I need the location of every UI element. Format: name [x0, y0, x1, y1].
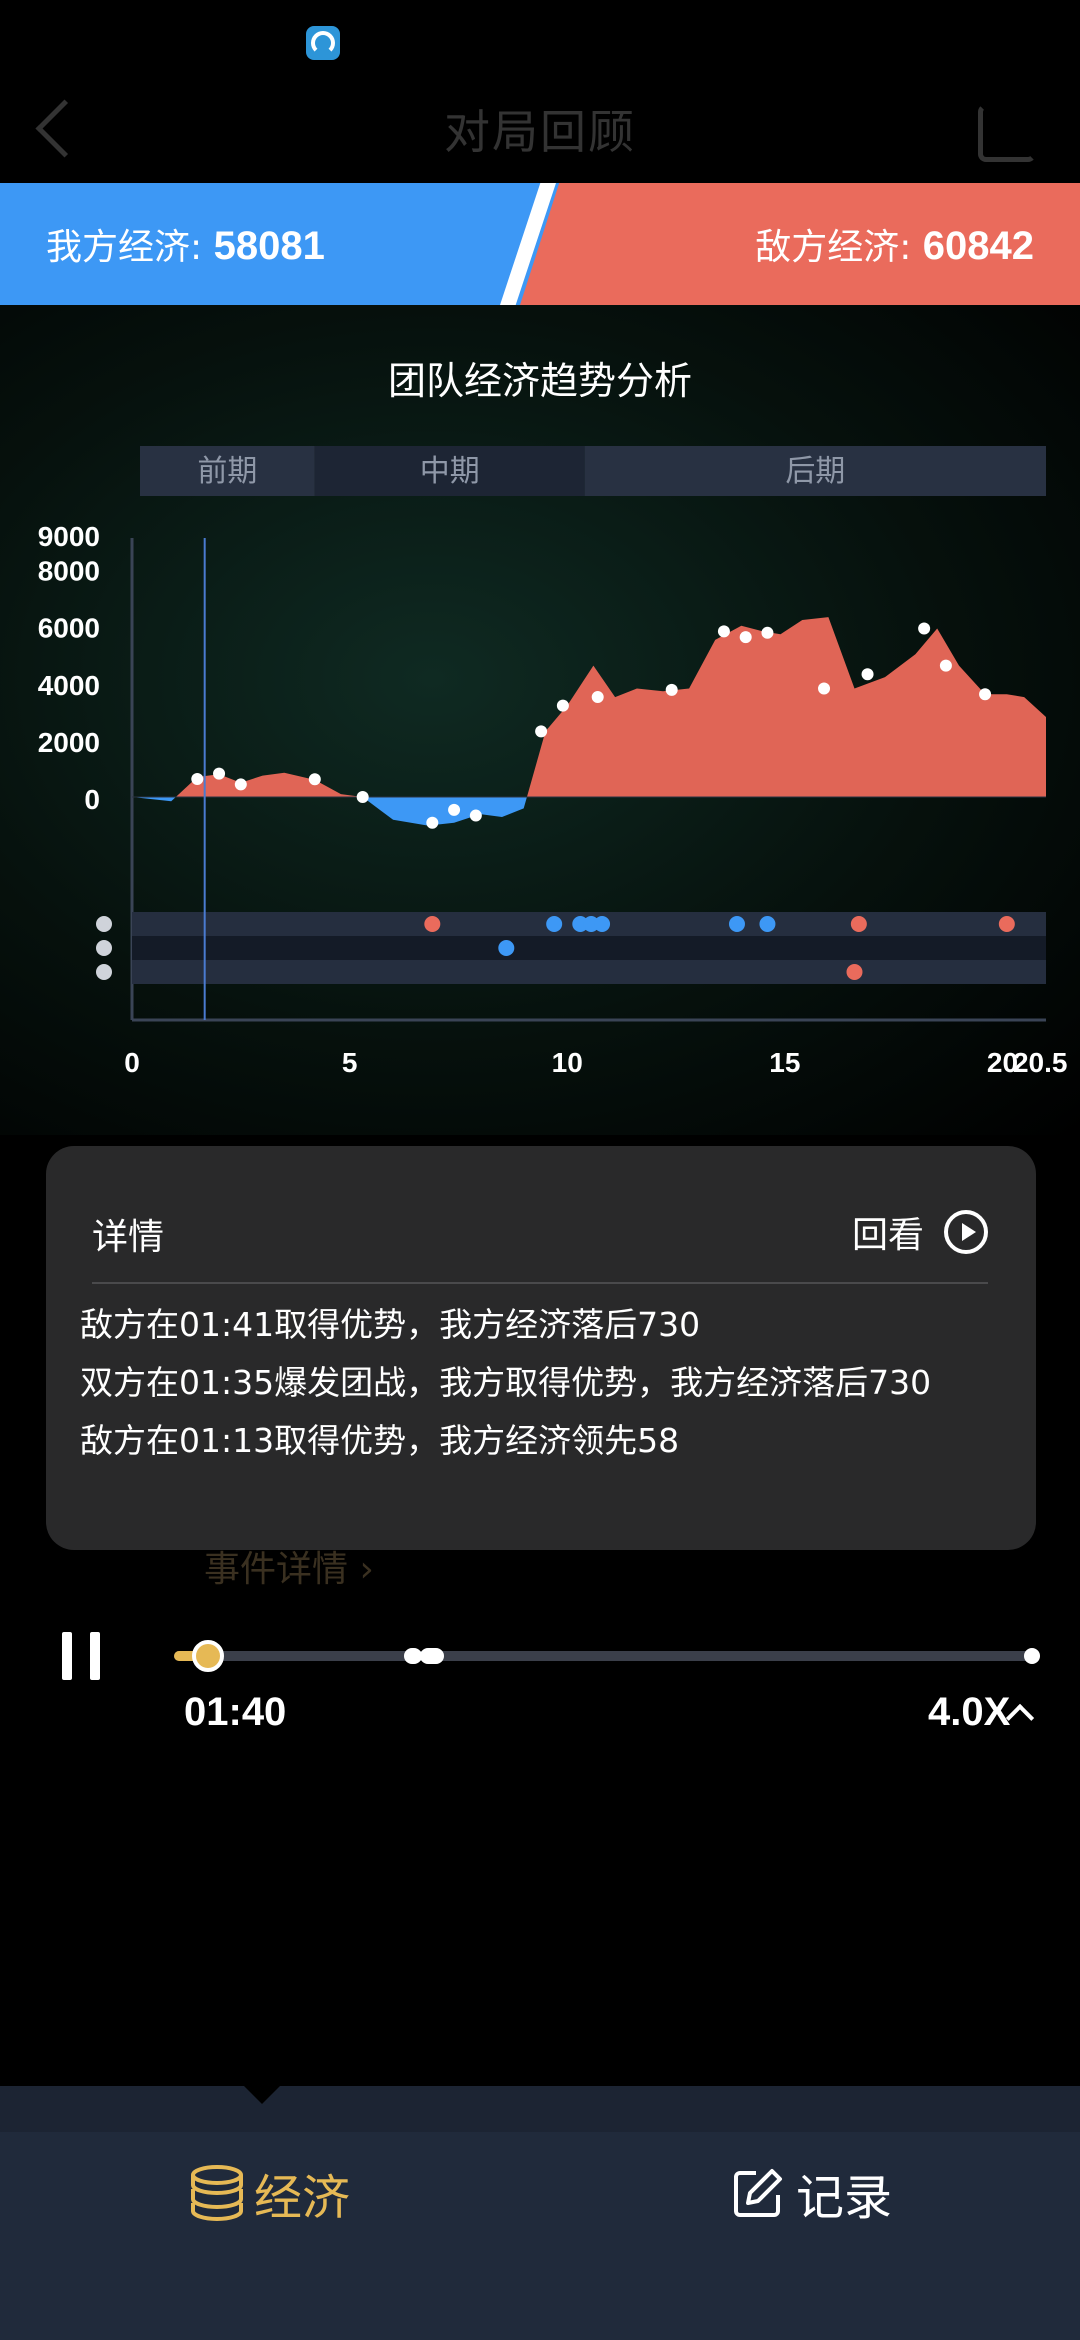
playback-thumb[interactable]	[192, 1640, 225, 1672]
our-economy-value: 58081	[213, 224, 325, 268]
data-point	[191, 773, 204, 786]
phase-label: 后期	[785, 454, 845, 489]
data-point	[213, 767, 226, 780]
event-dot	[498, 940, 515, 956]
data-point	[918, 622, 931, 635]
economy-area-positive	[132, 617, 1046, 797]
event-item[interactable]: 双方在01:35爆发团战，我方取得优势，我方经济落后730	[80, 1356, 931, 1404]
x-tick-label: 20.5	[1013, 1047, 1068, 1078]
our-economy-label: 我方经济:	[46, 227, 214, 268]
active-tab-indicator	[244, 2086, 280, 2104]
event-item[interactable]: 敌方在01:13取得优势，我方经济领先58	[80, 1414, 679, 1462]
tab-record-label: 记录	[796, 2170, 893, 2226]
enemy-economy-value: 60842	[922, 224, 1034, 268]
data-point	[818, 682, 831, 695]
data-point	[665, 683, 678, 696]
event-dot	[424, 916, 441, 932]
status-bar	[0, 0, 1080, 80]
bottom-nav	[0, 2132, 1080, 2340]
data-point	[356, 791, 369, 803]
y-tick-label: 4000	[38, 670, 100, 701]
event-dot	[998, 916, 1015, 932]
data-point	[591, 691, 604, 704]
data-point	[448, 803, 461, 816]
detail-title: 详情	[92, 1217, 165, 1258]
event-marker[interactable]	[420, 1648, 444, 1664]
economy-trend-chart[interactable]: 前期 中期 后期9000800060004000200000 5 10 15 2020.5	[0, 430, 1080, 1090]
demon-icon	[96, 964, 112, 980]
app-notification-icon	[306, 26, 340, 60]
data-point	[426, 816, 439, 829]
event-item[interactable]: 敌方在01:41取得优势，我方经济落后730	[80, 1298, 700, 1346]
page-title: 对局回顾	[444, 105, 636, 159]
data-point	[739, 631, 752, 644]
playback-speed[interactable]: 4.0X	[928, 1690, 1010, 1735]
event-row	[132, 960, 1046, 984]
edit-icon	[734, 2169, 782, 2217]
share-icon[interactable]	[978, 104, 1036, 162]
data-point	[861, 668, 874, 681]
detail-divider	[92, 1282, 988, 1284]
y-tick-label: 2000	[38, 727, 100, 758]
x-tick-label: 5	[342, 1047, 358, 1078]
x-tick-label: 15	[769, 1047, 800, 1078]
phase-label: 前期	[197, 454, 257, 489]
data-point	[308, 773, 321, 786]
replay-button[interactable]: 回看	[852, 1206, 924, 1258]
play-icon[interactable]	[944, 1210, 988, 1254]
playback-track[interactable]	[174, 1651, 1034, 1661]
y-tick-label: 0	[84, 784, 100, 815]
playback-end-marker	[1024, 1648, 1040, 1664]
event-dot	[846, 964, 863, 980]
y-tick-label: 8000	[38, 556, 100, 587]
x-tick-label: 0	[124, 1047, 140, 1078]
data-point	[761, 626, 774, 639]
event-dot	[546, 916, 563, 932]
event-dot	[850, 916, 867, 932]
chart-title: 团队经济趋势分析	[387, 359, 692, 403]
x-tick-label: 10	[552, 1047, 583, 1078]
data-point	[979, 688, 992, 701]
data-point	[234, 778, 247, 791]
pause-icon[interactable]	[60, 1632, 102, 1680]
tab-record[interactable]: 记录	[732, 2158, 892, 2228]
data-point	[939, 659, 952, 672]
phase-label: 中期	[420, 454, 480, 489]
event-details-link: 事件详情 ›	[204, 1549, 374, 1590]
data-point	[535, 725, 548, 738]
bottom-nav-strip	[0, 2086, 1080, 2132]
playback-time: 01:40	[184, 1690, 287, 1734]
tab-economy[interactable]: 经济	[190, 2158, 350, 2228]
our-economy: 我方经济: 58081	[46, 218, 325, 270]
event-dot	[728, 916, 745, 932]
y-tick-label: 9000	[38, 521, 100, 552]
tower-icon	[96, 916, 112, 932]
enemy-economy: 敌方经济: 60842	[755, 218, 1034, 270]
enemy-economy-label: 敌方经济:	[755, 227, 923, 268]
dragon-icon	[96, 940, 112, 956]
event-dot	[759, 916, 776, 932]
tab-economy-label: 经济	[254, 2170, 351, 2226]
coins-icon	[191, 2165, 243, 2221]
data-point	[556, 699, 569, 712]
data-point	[469, 809, 482, 822]
y-tick-label: 6000	[38, 613, 100, 644]
event-dot	[594, 916, 611, 932]
event-row	[132, 936, 1046, 960]
data-point	[717, 625, 730, 638]
